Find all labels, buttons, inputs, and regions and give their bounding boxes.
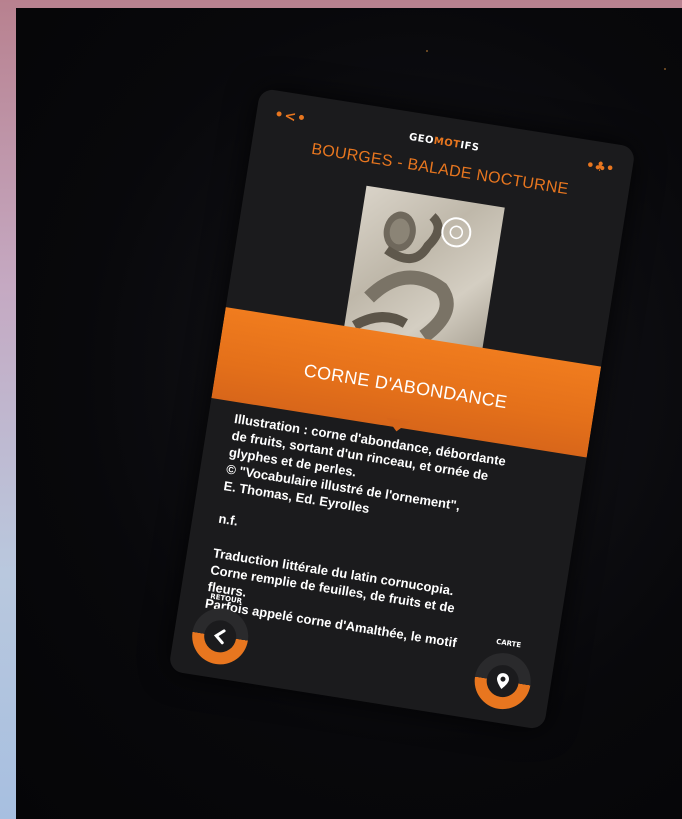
description: Illustration : corne d'abondance, débord…	[204, 410, 562, 663]
logo-part-accent: MOT	[432, 135, 462, 151]
zoom-icon[interactable]	[440, 216, 472, 248]
chevron-left-icon	[213, 629, 226, 645]
light-speck	[664, 68, 666, 70]
banner-pointer	[384, 417, 411, 434]
logo-part: GEO	[408, 131, 435, 147]
bell-icon[interactable]: •♣•	[585, 158, 615, 177]
motif-title: CORNE D'ABONDANCE	[302, 360, 509, 413]
dark-background: •<• GEOMOTIFS •♣• BOURGES - BALADE NOCTU…	[16, 8, 682, 819]
map-pin-icon	[497, 673, 509, 690]
light-speck	[426, 50, 428, 52]
phone-screen: •<• GEOMOTIFS •♣• BOURGES - BALADE NOCTU…	[168, 87, 636, 731]
logo-part: IFS	[459, 139, 481, 154]
